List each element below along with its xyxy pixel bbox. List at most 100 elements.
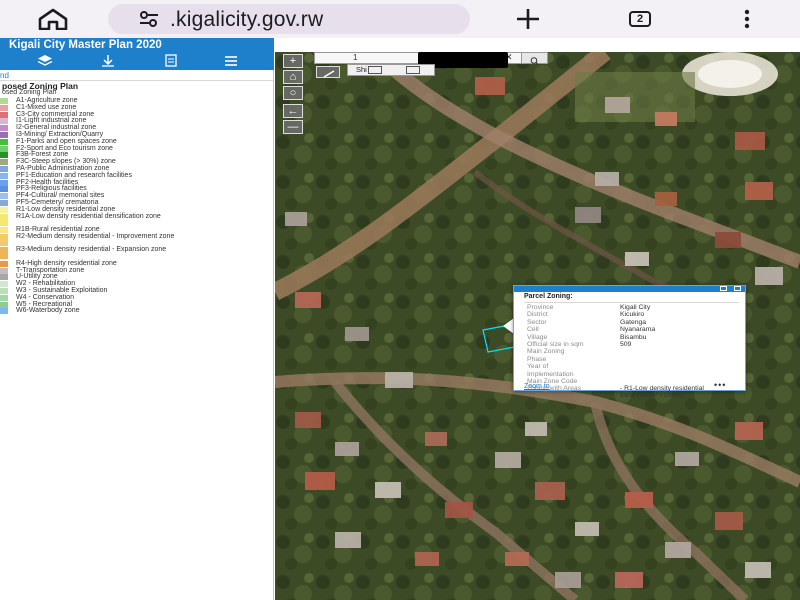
- print-icon[interactable]: [163, 54, 179, 67]
- attribute-value: Kigali City: [620, 304, 651, 311]
- legend-swatch: [0, 274, 8, 281]
- legend-label: R1A-Low density residential densificatio…: [16, 212, 161, 220]
- legend-swatch: [0, 111, 8, 118]
- legend-swatch: [0, 152, 8, 159]
- legend-item: R3-Medium density residential - Expansio…: [0, 246, 273, 261]
- app-title: Kigali City Master Plan 2020: [9, 39, 162, 51]
- legend-item: R2-Medium density residential - Improvem…: [0, 232, 273, 248]
- legend-swatch: [0, 233, 8, 246]
- attribute-row: Main Zone Code: [527, 378, 739, 385]
- search-input[interactable]: 1: [353, 53, 357, 62]
- legend-panel: nd posed Zoning Plan osed Zoning Plan A1…: [0, 70, 274, 600]
- maximize-icon[interactable]: [720, 286, 727, 291]
- attribute-row: District Kicukiro: [527, 311, 739, 318]
- layers-icon[interactable]: [37, 54, 53, 67]
- measure-icon[interactable]: [368, 66, 382, 74]
- legend-swatch: [0, 288, 8, 295]
- legend-label: R3-Medium density residential - Expansio…: [16, 246, 167, 254]
- popup-title: Parcel Zoning:: [524, 293, 573, 300]
- site-settings-icon[interactable]: [138, 10, 160, 28]
- address-bar[interactable]: .kigalicity.gov.rw: [108, 4, 470, 34]
- legend-item: R1A-Low density residential densificatio…: [0, 212, 273, 228]
- attribute-row: Official size in sqm 509: [527, 341, 739, 348]
- attribute-key: Sector: [527, 318, 547, 326]
- back-extent-icon[interactable]: ←: [283, 104, 303, 118]
- legend-subtitle: osed Zoning Plan: [2, 89, 57, 96]
- attribute-key: Implementation: [527, 370, 574, 378]
- attribute-row: Sector Gatenga: [527, 319, 739, 326]
- legend-swatch: [0, 172, 8, 179]
- sub-toolbar-label: Shi: [356, 65, 367, 74]
- overflow-menu-icon[interactable]: [740, 8, 754, 30]
- legend-swatch: [0, 125, 8, 132]
- legend-swatch: [0, 199, 8, 206]
- tab-switcher-icon[interactable]: 2: [621, 8, 659, 30]
- map-sub-toolbar: Shi: [347, 64, 435, 76]
- search-button[interactable]: [521, 53, 547, 65]
- legend-list: A1-Agriculture zone C1-Mixed use zone C3-C…: [0, 97, 273, 315]
- legend-swatch: [0, 294, 8, 301]
- attribute-row: Zoning with Areas - R1-Low density reside…: [527, 385, 739, 400]
- legend-item: W6-Waterbody zone: [0, 307, 273, 315]
- legend-swatch: [0, 281, 8, 288]
- legend-swatch: [0, 145, 8, 152]
- legend-swatch: [0, 98, 8, 104]
- attribute-row: Village Bisambu: [527, 334, 739, 341]
- attribute-key: Main Zoning: [527, 348, 565, 356]
- attribute-key: Year of: [527, 363, 549, 371]
- popup-header: [514, 286, 745, 292]
- parcel-popup: Parcel Zoning: Province Kigali City Distri…: [513, 285, 746, 399]
- legend-swatch: [0, 131, 8, 138]
- legend-swatch: [0, 138, 8, 145]
- locate-icon[interactable]: ○: [283, 86, 303, 100]
- divider: [524, 302, 739, 303]
- attribute-value: 509: [620, 340, 632, 348]
- app-toolbar: [0, 53, 274, 70]
- attribute-value: Nyanarama: [620, 326, 656, 334]
- basemap-icon[interactable]: [406, 66, 420, 74]
- list-icon[interactable]: [223, 54, 239, 67]
- legend-swatch: [0, 193, 8, 200]
- legend-swatch: [0, 213, 8, 226]
- popup-attributes: Province Kigali City District Kicukiro Secto…: [527, 304, 739, 400]
- attribute-key: Official size in sqm: [527, 340, 584, 348]
- browser-toolbar: .kigalicity.gov.rw 2: [0, 0, 800, 38]
- legend-swatch: [0, 165, 8, 172]
- home-icon[interactable]: [34, 8, 72, 30]
- legend-label: R2-Medium density residential - Improvem…: [16, 232, 175, 240]
- legend-swatch: [0, 301, 8, 308]
- zoom-to-link[interactable]: Zoom to: [524, 383, 550, 390]
- draw-icon[interactable]: [316, 66, 340, 78]
- legend-swatch: [0, 186, 8, 193]
- search-icon: [530, 57, 539, 65]
- legend-label: W6-Waterbody zone: [16, 307, 80, 315]
- legend-swatch: [0, 308, 8, 315]
- attribute-key: Province: [527, 304, 554, 311]
- attribute-key: Cell: [527, 326, 539, 334]
- tools-icon[interactable]: [100, 54, 116, 67]
- legend-swatch: [0, 206, 8, 213]
- attribute-row: Phase: [527, 356, 739, 363]
- more-options-icon[interactable]: •••: [714, 380, 726, 390]
- legend-tab[interactable]: nd: [0, 71, 9, 80]
- attribute-value: - R1-Low density residential zone (509m²…: [620, 385, 704, 400]
- home-extent-icon[interactable]: ⌂: [283, 70, 303, 84]
- tab-count: 2: [629, 11, 651, 27]
- attribute-row: Main Zoning: [527, 348, 739, 355]
- attribute-row: Cell Nyanarama: [527, 326, 739, 333]
- url-text[interactable]: .kigalicity.gov.rw: [170, 8, 323, 32]
- app-header: Kigali City Master Plan 2020: [0, 38, 274, 70]
- map-nav-controls: + ⌂ ○ ← —: [283, 54, 303, 136]
- legend-swatch: [0, 159, 8, 166]
- legend-swatch: [0, 118, 8, 125]
- attribute-value: Gatenga: [620, 318, 647, 326]
- zoom-in-icon[interactable]: +: [283, 54, 303, 68]
- attribute-row: Year of: [527, 363, 739, 370]
- legend-swatch: [0, 104, 8, 111]
- attribute-row: Province Kigali City: [527, 304, 739, 311]
- attribute-row: Implementation: [527, 371, 739, 378]
- attribute-value: Kicukiro: [620, 311, 645, 319]
- close-popup-icon[interactable]: [734, 286, 741, 291]
- zoom-out-icon[interactable]: —: [283, 120, 303, 134]
- new-tab-icon[interactable]: [511, 7, 545, 31]
